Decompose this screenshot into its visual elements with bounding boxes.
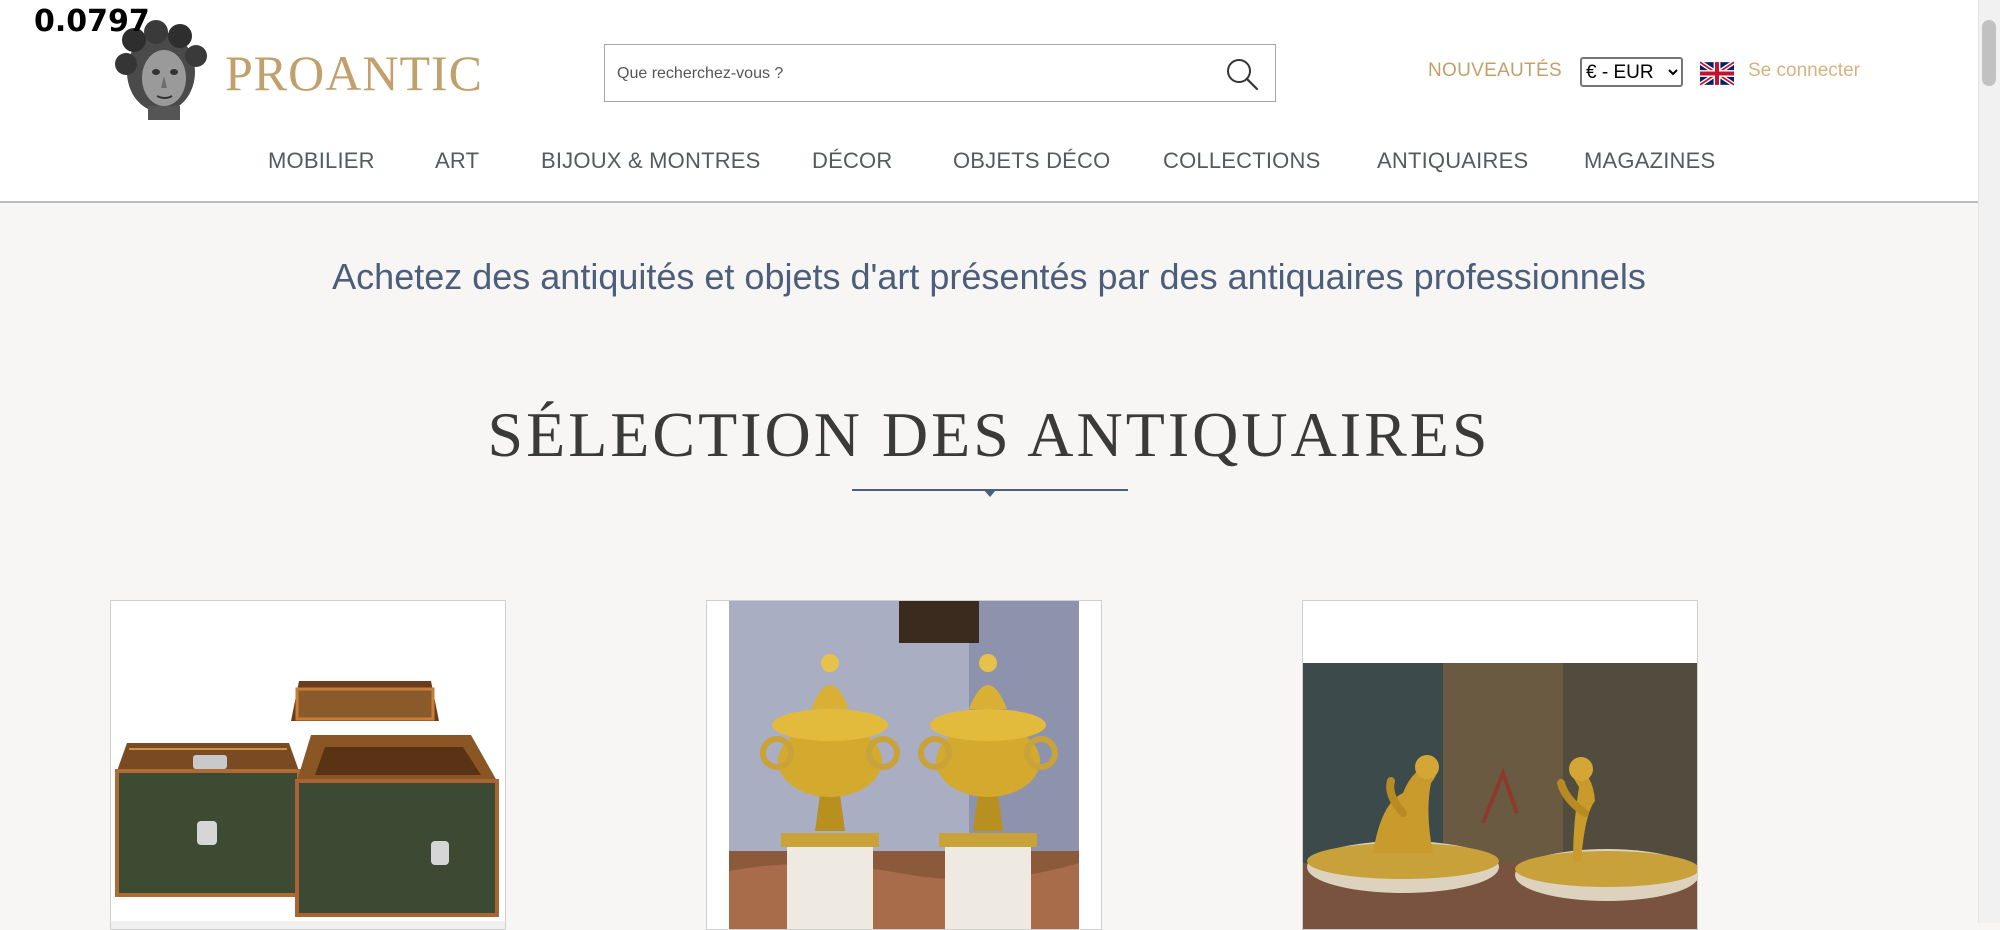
nav-item-magazines[interactable]: MAGAZINES [1584,148,1715,174]
nav-item-antiquaires[interactable]: ANTIQUAIRES [1377,148,1528,174]
search-icon[interactable] [1223,55,1261,93]
nav-item-art[interactable]: ART [435,148,479,174]
nav-item-decor[interactable]: DÉCOR [812,148,892,174]
product-image-boxes[interactable] [111,671,506,930]
product-card-boxes[interactable] [110,600,506,930]
product-image-dogs[interactable] [1303,663,1698,930]
main-nav: MOBILIER ART BIJOUX & MONTRES DÉCOR OBJE… [0,148,1978,178]
search-input[interactable] [615,55,1179,93]
site-header: PROANTIC NOUVEAUTÉS € - EUR Se connecter… [0,0,1978,203]
search-bar [604,44,1276,102]
product-card-urns[interactable] [706,600,1102,930]
login-link[interactable]: Se connecter [1748,60,1860,82]
nav-item-collections[interactable]: COLLECTIONS [1163,148,1320,174]
title-divider [852,489,1128,497]
site-logo-text[interactable]: PROANTIC [225,44,483,102]
nav-item-mobilier[interactable]: MOBILIER [268,148,375,174]
nouveautes-link[interactable]: NOUVEAUTÉS [1428,60,1562,82]
product-image-urns[interactable] [729,601,1079,930]
nav-item-bijoux-montres[interactable]: BIJOUX & MONTRES [541,148,761,174]
page-scrollbar-thumb[interactable] [1982,20,1996,86]
section-title: SÉLECTION DES ANTIQUAIRES [487,399,1491,470]
page-scrollbar[interactable] [1978,0,2000,923]
nav-item-objets-deco[interactable]: OBJETS DÉCO [953,148,1110,174]
page-tagline: Achetez des antiquités et objets d'art p… [332,256,1646,297]
product-card-dogs[interactable] [1302,600,1698,930]
currency-select[interactable]: € - EUR [1580,57,1683,87]
overlay-score: 0.0797 [34,4,150,39]
uk-flag-icon[interactable] [1700,61,1734,86]
